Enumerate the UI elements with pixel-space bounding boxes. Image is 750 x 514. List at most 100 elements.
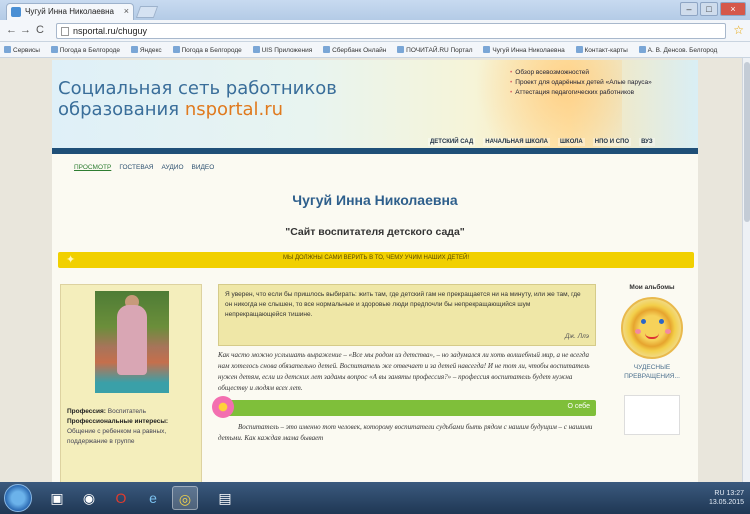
section-header: О себе: [212, 396, 596, 418]
bookmark-item[interactable]: Контакт-карты: [575, 46, 628, 54]
bookmark-icon: [172, 46, 180, 53]
forward-icon[interactable]: →: [20, 24, 31, 36]
tab-audio[interactable]: АУДИО: [161, 164, 183, 171]
browser-titlebar: Чугуй Инна Николаевна × – □ ×: [0, 0, 750, 20]
nav-school[interactable]: ШКОЛА: [558, 138, 585, 146]
reload-icon[interactable]: C: [36, 24, 44, 36]
close-window-button[interactable]: ×: [720, 2, 746, 16]
motto-bar: ✦ МЫ ДОЛЖНЫ САМИ ВЕРИТЬ В ТО, ЧЕМУ УЧИМ …: [58, 252, 694, 268]
bookmark-icon: [4, 46, 11, 53]
tab-view[interactable]: ПРОСМОТР: [74, 164, 111, 171]
bookmark-item[interactable]: ПОЧИТАЙ.RU Портал: [397, 46, 473, 54]
profile-photo[interactable]: [95, 291, 169, 393]
bookmark-icon: [397, 46, 405, 53]
bookmark-icon: [130, 46, 138, 53]
quote-box: Я уверен, что если бы пришлось выбирать:…: [218, 284, 596, 346]
profile-info: Профессия: Воспитатель Профессиональные …: [67, 407, 201, 447]
albums-sidebar: Мои альбомы ЧУДЕСНЫЕ ПРЕВРАЩЕНИЯ...: [610, 284, 694, 435]
banner-links: Обзор всевозможностей Проект для одарённ…: [510, 68, 652, 98]
bookmark-item[interactable]: Сбербанк Онлайн: [323, 46, 386, 54]
taskbar: ▣ ◉ O e ◎ ▤ RU 13:27 13.05.2015: [0, 482, 750, 514]
tab-close-icon[interactable]: ×: [124, 6, 129, 16]
profile-tabs: ПРОСМОТР ГОСТЕВАЯ АУДИО ВИДЕО: [74, 164, 214, 171]
media-player-icon[interactable]: ◉: [76, 486, 102, 510]
nav-vuz[interactable]: ВУЗ: [639, 138, 655, 146]
albums-title: Мои альбомы: [629, 284, 675, 291]
bookmark-star-icon[interactable]: ☆: [733, 23, 744, 37]
intro-text: Как часто можно услышать выражение – «Вс…: [218, 351, 590, 392]
site-banner: Социальная сеть работников образования n…: [52, 60, 698, 150]
bookmark-item[interactable]: Погода в Белгороде: [50, 46, 120, 54]
bookmark-icon: [638, 46, 646, 53]
bookmark-item[interactable]: Сервисы: [4, 46, 40, 54]
profession-label: Профессия:: [67, 408, 106, 415]
ie-icon[interactable]: e: [140, 486, 166, 510]
chrome-icon[interactable]: ◎: [172, 486, 198, 510]
clock-date: 13.05.2015: [708, 499, 744, 506]
site-domain: nsportal.ru: [184, 99, 284, 120]
quote-text: Я уверен, что если бы пришлось выбирать:…: [225, 291, 581, 318]
banner-link[interactable]: Аттестация педагогических работников: [510, 88, 652, 98]
bookmark-icon: [483, 46, 491, 53]
banner-link[interactable]: Обзор всевозможностей: [510, 68, 652, 78]
site-logo-link[interactable]: Социальная сеть работников образования n…: [58, 78, 337, 120]
nav-kindergarten[interactable]: ДЕТСКИЙ САД: [428, 138, 476, 146]
minimize-button[interactable]: –: [680, 2, 698, 16]
system-tray[interactable]: RU 13:27 13.05.2015: [709, 489, 744, 507]
interests-label: Профессиональные интересы:: [67, 418, 169, 425]
motto-text: МЫ ДОЛЖНЫ САМИ ВЕРИТЬ В ТО, ЧЕМУ УЧИМ НА…: [282, 255, 470, 261]
profile-sidebar: Профессия: Воспитатель Профессиональные …: [60, 284, 202, 482]
address-bar[interactable]: nsportal.ru/chuguy: [56, 23, 726, 39]
site-title-line2: образования: [58, 99, 185, 120]
tab-video[interactable]: ВИДЕО: [192, 164, 215, 171]
language-indicator[interactable]: RU: [714, 490, 724, 497]
bookmark-item[interactable]: UIS Приложения: [252, 46, 312, 54]
bookmarks-bar: Сервисы Погода в Белгороде Яндекс Погода…: [0, 42, 750, 58]
browser-tab[interactable]: Чугуй Инна Николаевна ×: [6, 3, 134, 20]
sun-mouth: [645, 333, 659, 339]
nav-primary-school[interactable]: НАЧАЛЬНАЯ ШКОЛА: [483, 138, 551, 146]
banner-link[interactable]: Проект для одарённых детей «Алые паруса»: [510, 78, 651, 88]
section-label: О себе: [567, 403, 590, 410]
page-viewport: Социальная сеть работников образования n…: [0, 58, 750, 482]
scrollbar-thumb[interactable]: [744, 62, 750, 222]
site-subtitle: "Сайт воспитателя детского сада": [285, 226, 465, 238]
new-tab-button[interactable]: [135, 6, 159, 18]
bookmark-icon: [575, 46, 583, 53]
bookmark-icon: [323, 46, 331, 53]
album-caption[interactable]: ЧУДЕСНЫЕ ПРЕВРАЩЕНИЯ...: [610, 363, 694, 381]
start-button[interactable]: [4, 484, 32, 512]
page-icon: [61, 27, 69, 36]
sun-eye: [641, 319, 646, 324]
section-nav: ДЕТСКИЙ САД НАЧАЛЬНАЯ ШКОЛА ШКОЛА НПО И …: [428, 138, 655, 146]
about-text: Воспитатель – это именно тот человек, ко…: [218, 423, 593, 442]
explorer-icon[interactable]: ▣: [44, 486, 70, 510]
page-title: Чугуй Инна Николаевна: [292, 192, 458, 208]
bookmark-item[interactable]: А. В. Денсов. Белгород: [638, 46, 717, 54]
photo-person: [117, 305, 147, 375]
sun-eye: [659, 319, 664, 324]
main-content: Я уверен, что если бы пришлось выбирать:…: [212, 284, 602, 444]
quote-author: Дж. Ллэ: [565, 333, 589, 340]
tab-title: Чугуй Инна Николаевна: [25, 7, 114, 16]
flower-icon: [212, 396, 234, 418]
album-thumbnail[interactable]: [621, 297, 683, 359]
profession-value: Воспитатель: [107, 408, 146, 415]
sun-cheek: [635, 329, 641, 334]
bookmark-item[interactable]: Яндекс: [130, 46, 162, 54]
browser-toolbar: ← → C nsportal.ru/chuguy ☆: [0, 20, 750, 42]
scrollbar[interactable]: [742, 58, 750, 482]
opera-icon[interactable]: O: [108, 486, 134, 510]
bookmark-item[interactable]: Погода в Белгороде: [172, 46, 242, 54]
favicon-icon: [11, 7, 21, 17]
maximize-button[interactable]: □: [700, 2, 718, 16]
album-thumbnail-2[interactable]: [624, 395, 680, 435]
tab-guestbook[interactable]: ГОСТЕВАЯ: [119, 164, 153, 171]
window-controls: – □ ×: [680, 2, 746, 16]
app-window-icon[interactable]: ▤: [212, 486, 238, 510]
clock-time: 13:27: [726, 490, 744, 497]
url-text: nsportal.ru/chuguy: [73, 26, 148, 36]
nav-npo-spo[interactable]: НПО И СПО: [592, 138, 632, 146]
bookmark-item[interactable]: Чугуй Инна Николаевна: [483, 46, 565, 54]
back-icon[interactable]: ←: [6, 24, 17, 36]
